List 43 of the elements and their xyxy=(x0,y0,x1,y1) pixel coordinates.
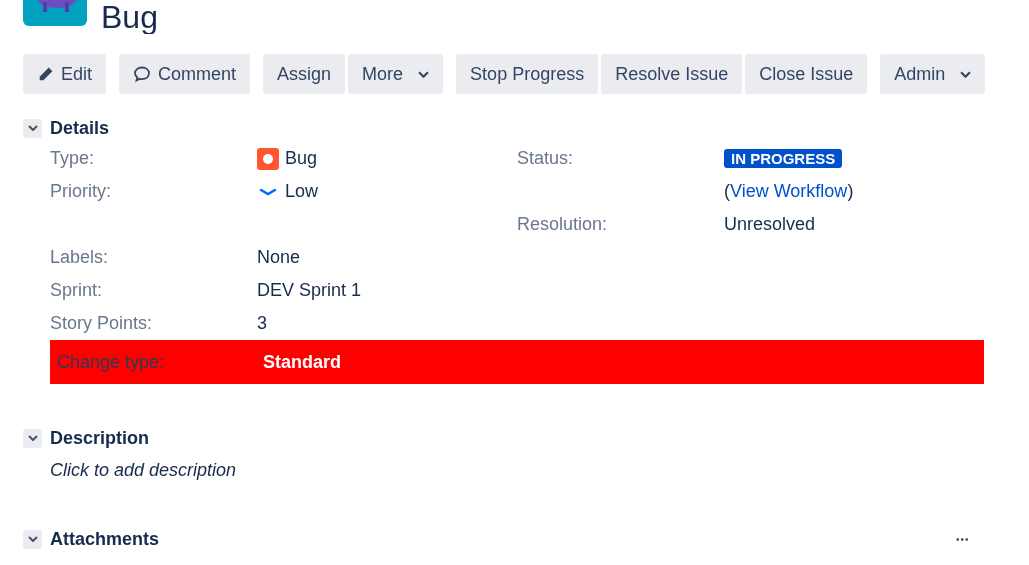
field-value: Bug xyxy=(285,148,318,169)
field-value: DEV Sprint 1 xyxy=(257,280,362,301)
toolbar-button[interactable]: Stop Progress xyxy=(456,54,599,94)
section-title: Description xyxy=(50,427,150,449)
dropdown-button[interactable]: More xyxy=(348,54,444,94)
more-options-button[interactable]: ••• xyxy=(956,533,970,545)
toolbar-button[interactable]: Edit xyxy=(23,54,107,94)
collapse-toggle[interactable] xyxy=(23,118,42,138)
chevron-down-icon xyxy=(27,536,38,542)
issue-title: Bug xyxy=(101,0,158,34)
field-value: Unresolved xyxy=(724,214,816,235)
field-label: Status: xyxy=(517,148,575,169)
workflow-link[interactable]: View Workflow xyxy=(730,181,848,202)
field-value: 3 xyxy=(257,313,267,334)
field-label: Labels: xyxy=(50,247,110,268)
field-label: Change type: xyxy=(56,351,166,373)
description-placeholder[interactable]: Click to add description xyxy=(0,460,1029,481)
bug-type-icon xyxy=(257,147,279,170)
field-value: Standard xyxy=(262,351,341,373)
caret-icon xyxy=(418,70,430,78)
collapse-toggle[interactable] xyxy=(23,428,42,448)
field-label: Priority: xyxy=(50,181,112,202)
dropdown-button[interactable]: Admin xyxy=(880,54,986,94)
field-label: Resolution: xyxy=(517,214,609,235)
field-label: Type: xyxy=(50,148,96,169)
field-label: Sprint: xyxy=(50,280,104,301)
pencil-icon xyxy=(37,65,54,83)
field-value: Low xyxy=(285,181,319,202)
field-label: Story Points: xyxy=(50,313,154,334)
caret-icon xyxy=(960,70,972,78)
comment-icon xyxy=(133,65,152,83)
workflow-note: (View Workflow) xyxy=(724,181,854,202)
chevron-down-icon xyxy=(27,435,38,441)
collapse-toggle[interactable] xyxy=(23,529,42,549)
toolbar-button[interactable]: Assign xyxy=(263,54,346,94)
toolbar-button[interactable]: Resolve Issue xyxy=(601,54,743,94)
section-title: Details xyxy=(50,117,110,139)
field-value: None xyxy=(257,247,301,268)
chevron-down-icon xyxy=(27,125,38,131)
toolbar-button[interactable]: Close Issue xyxy=(745,54,868,94)
toolbar-button[interactable]: Comment xyxy=(119,54,251,94)
section-title: Attachments xyxy=(50,528,160,550)
status-lozenge[interactable]: IN PROGRESS xyxy=(724,149,843,168)
